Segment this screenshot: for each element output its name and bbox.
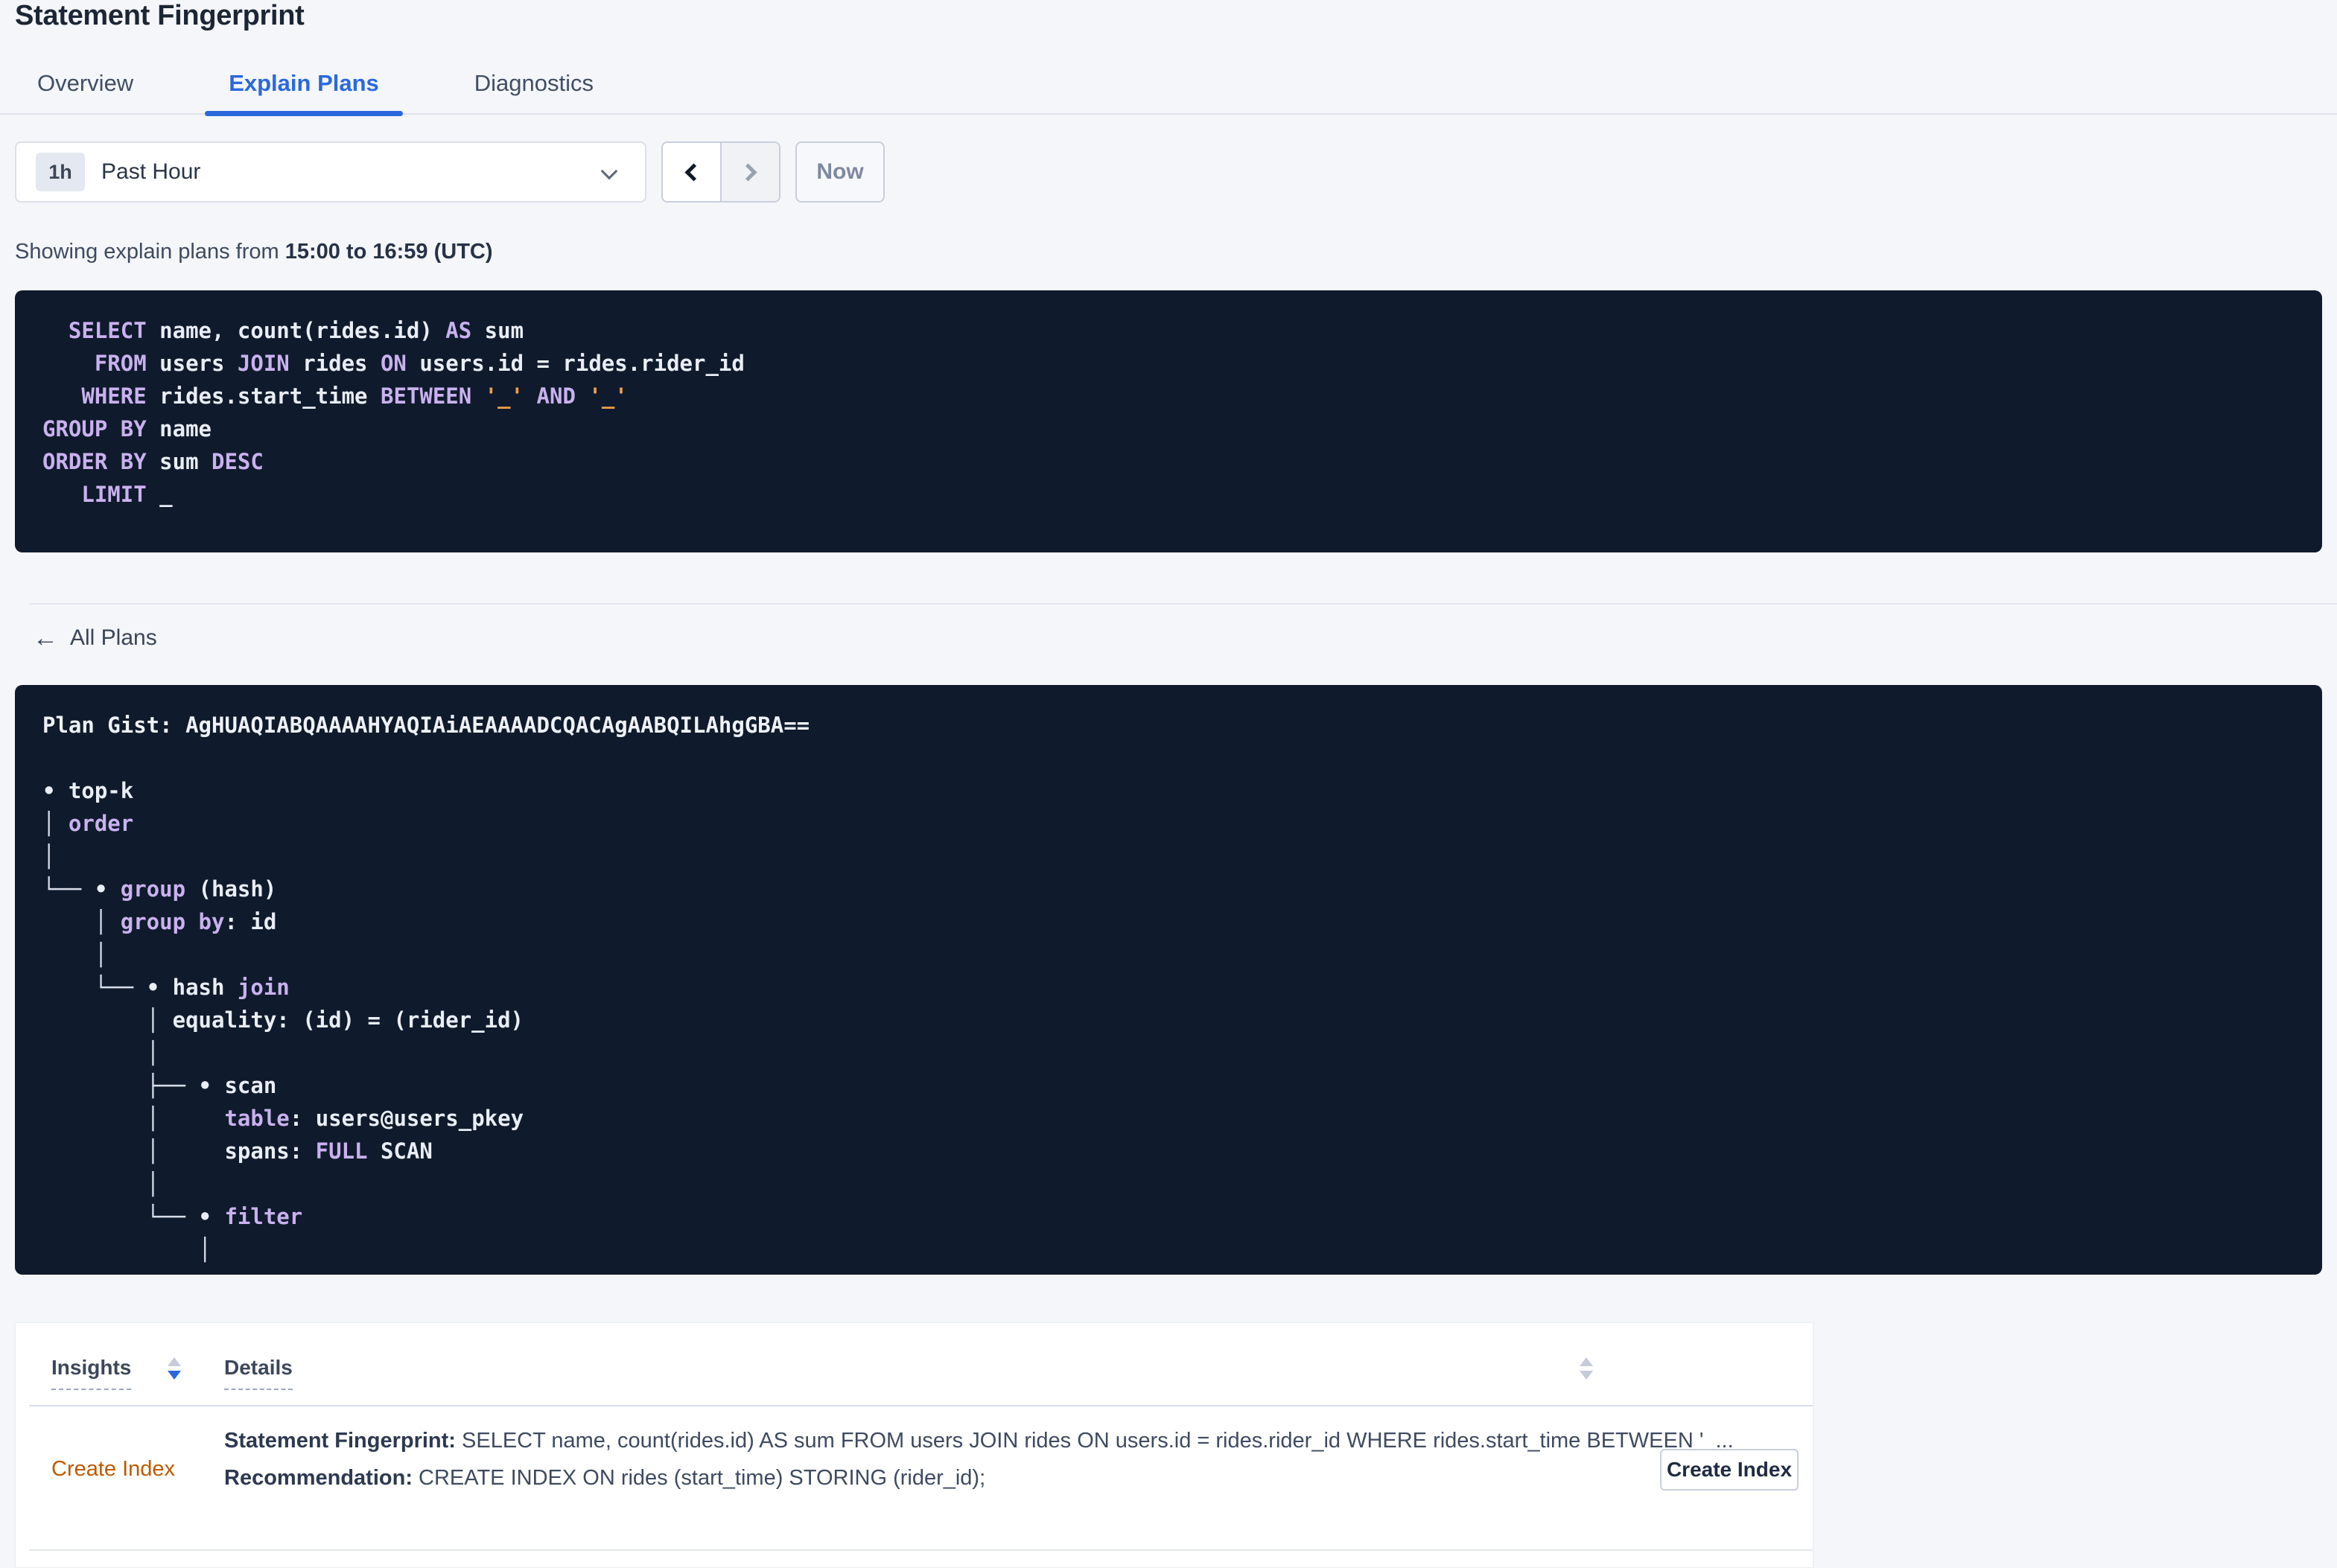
sort-up-triangle-icon	[1580, 1357, 1593, 1366]
tab-overview[interactable]: Overview	[13, 70, 157, 113]
time-range-label: Past Hour	[101, 159, 201, 184]
showing-range-text: Showing explain plans from 15:00 to 16:5…	[15, 240, 493, 264]
sort-icon-insights[interactable]	[168, 1357, 181, 1380]
time-nav-arrows	[661, 141, 780, 203]
tab-bar: Overview Explain Plans Diagnostics	[0, 63, 2337, 116]
plan-tree: • top-k │ order │ └── • group (hash) │ g…	[42, 778, 524, 1262]
sql-statement-code: SELECT name, count(rides.id) AS sum FROM…	[42, 318, 745, 507]
plan-gist-value: AgHUAQIABQAAAAHYAQIAiAEAAAADCQACAgAABQIL…	[185, 713, 810, 738]
detail-statement-label: Statement Fingerprint:	[224, 1429, 456, 1453]
plan-gist-label: Plan Gist:	[42, 713, 186, 738]
insight-create-index-link[interactable]: Create Index	[51, 1457, 175, 1482]
insights-table-card: Insights Details Create Index Statement …	[15, 1322, 1813, 1568]
column-header-insights[interactable]: Insights	[51, 1356, 132, 1390]
sort-down-triangle-icon	[1580, 1371, 1593, 1380]
showing-range: 15:00 to 16:59 (UTC)	[284, 240, 493, 264]
sort-icon-details[interactable]	[1580, 1357, 1593, 1380]
tab-diagnostics[interactable]: Diagnostics	[451, 70, 617, 113]
all-plans-label: All Plans	[70, 625, 157, 650]
chevron-down-icon	[600, 162, 618, 180]
page-title: Statement Fingerprint	[15, 0, 305, 31]
chevron-right-icon	[739, 162, 757, 182]
time-range-select[interactable]: 1h Past Hour	[15, 141, 646, 203]
time-range-badge: 1h	[36, 153, 85, 191]
showing-prefix: Showing explain plans from	[15, 240, 285, 264]
table-header-divider	[29, 1405, 1813, 1406]
back-arrow-icon: ←	[33, 624, 58, 652]
plan-gist-block: Plan Gist: AgHUAQIABQAAAAHYAQIAiAEAAAADC…	[15, 685, 2322, 1275]
column-header-details[interactable]: Details	[224, 1356, 293, 1390]
detail-statement-fingerprint: Statement Fingerprint: SELECT name, coun…	[224, 1429, 1734, 1453]
plan-tree-code: Plan Gist: AgHUAQIABQAAAAHYAQIAiAEAAAADC…	[15, 685, 2322, 1275]
detail-statement-text: SELECT name, count(rides.id) AS sum FROM…	[455, 1429, 1734, 1453]
detail-recommendation-label: Recommendation:	[224, 1466, 413, 1490]
next-time-button[interactable]	[722, 143, 779, 201]
sql-statement-block: SELECT name, count(rides.id) AS sum FROM…	[15, 290, 2322, 552]
section-divider	[30, 603, 2337, 605]
tab-explain-plans[interactable]: Explain Plans	[205, 70, 403, 116]
create-index-button[interactable]: Create Index	[1660, 1449, 1799, 1491]
sort-down-triangle-icon	[168, 1371, 181, 1380]
previous-time-button[interactable]	[663, 143, 722, 201]
detail-recommendation: Recommendation: CREATE INDEX ON rides (s…	[224, 1466, 985, 1491]
sort-up-triangle-icon	[168, 1357, 181, 1366]
chevron-left-icon	[684, 162, 703, 182]
detail-recommendation-text: CREATE INDEX ON rides (start_time) STORI…	[412, 1466, 986, 1490]
table-row-divider	[29, 1549, 1813, 1551]
now-button[interactable]: Now	[795, 141, 885, 203]
all-plans-link[interactable]: ← All Plans	[33, 625, 157, 651]
